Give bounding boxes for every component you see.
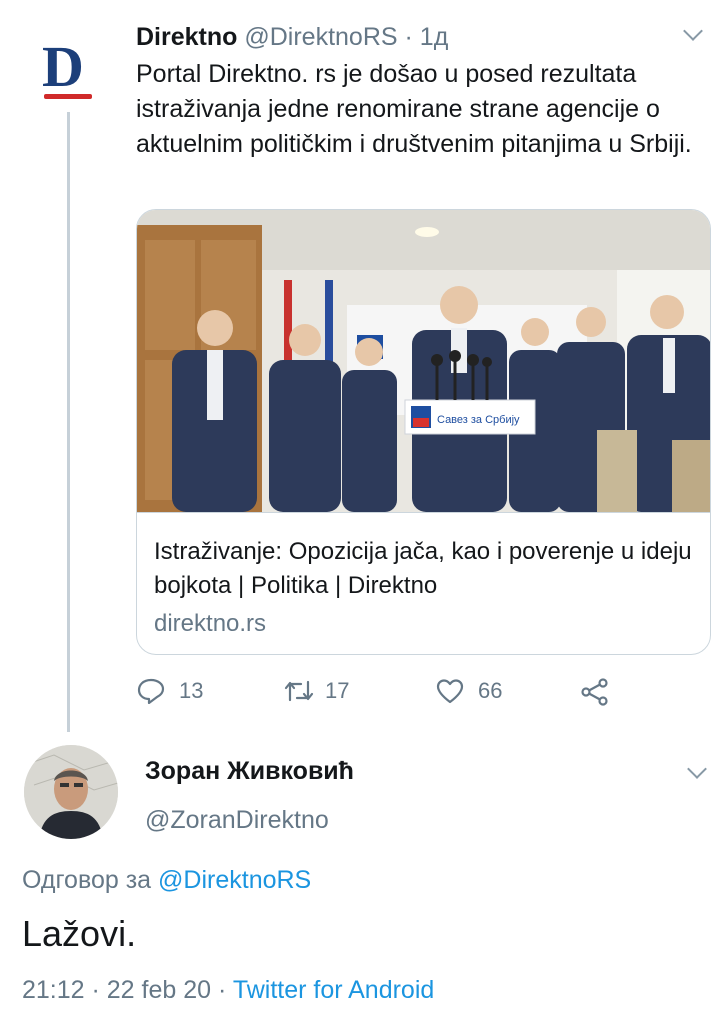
chevron-down-icon[interactable] [683, 21, 703, 41]
reply-author-name[interactable]: Зоран Живковић [145, 755, 354, 787]
retweet-button[interactable]: 17 [283, 676, 383, 706]
chevron-down-icon[interactable] [687, 759, 707, 779]
profile-photo [24, 745, 118, 839]
link-card[interactable]: Савез за Србију Istraživanje: Opozicija … [136, 209, 711, 655]
like-count: 66 [478, 678, 503, 703]
replying-to: Одговор за @DirektnoRS [22, 864, 311, 896]
reply-button[interactable]: 13 [137, 676, 227, 706]
reply-timestamp: 21:12 · 22 feb 20 · [22, 976, 227, 1004]
replying-prefix: Одговор за [22, 866, 152, 894]
share-icon [581, 678, 608, 706]
card-title: Istraživanje: Opozicija jača, kao i pove… [154, 538, 692, 599]
press-conference-photo: Савез за Србију [137, 210, 710, 512]
tweet-text: Portal Direktno. rs je došao u posed rez… [136, 60, 692, 158]
podium-sign-text: Савез за Србију [437, 414, 520, 426]
replying-mention[interactable]: @DirektnoRS [158, 866, 311, 894]
logo-underline [44, 94, 92, 99]
reply-text: Lažovi. [22, 913, 137, 954]
card-domain: direktno.rs [154, 610, 267, 637]
card-body: Istraživanje: Opozicija jača, kao i pove… [137, 512, 710, 654]
author-handle[interactable]: @DirektnoRS [244, 23, 397, 51]
like-button[interactable]: 66 [436, 676, 526, 706]
card-image: Савез за Србију [137, 210, 710, 512]
retweet-icon [284, 680, 314, 702]
author-name[interactable]: Direktno [136, 23, 237, 51]
heart-icon [436, 679, 464, 704]
reply-icon [137, 678, 165, 704]
reply-footer: 21:12 · 22 feb 20 · Twitter for Android [22, 974, 434, 1006]
tweet-header: Direktno @DirektnoRS · 1д [136, 22, 448, 52]
share-button[interactable] [580, 676, 620, 706]
avatar[interactable] [24, 745, 118, 839]
logo-letter: D [42, 34, 84, 99]
retweet-count: 17 [325, 678, 350, 703]
reply-source[interactable]: Twitter for Android [233, 976, 434, 1004]
direktno-avatar[interactable]: D [38, 34, 100, 108]
separator: · [404, 23, 413, 51]
reply-count: 13 [179, 678, 204, 703]
tweet-time[interactable]: 1д [420, 23, 449, 51]
thread-line [67, 112, 70, 732]
reply-author-handle[interactable]: @ZoranDirektno [145, 804, 329, 836]
